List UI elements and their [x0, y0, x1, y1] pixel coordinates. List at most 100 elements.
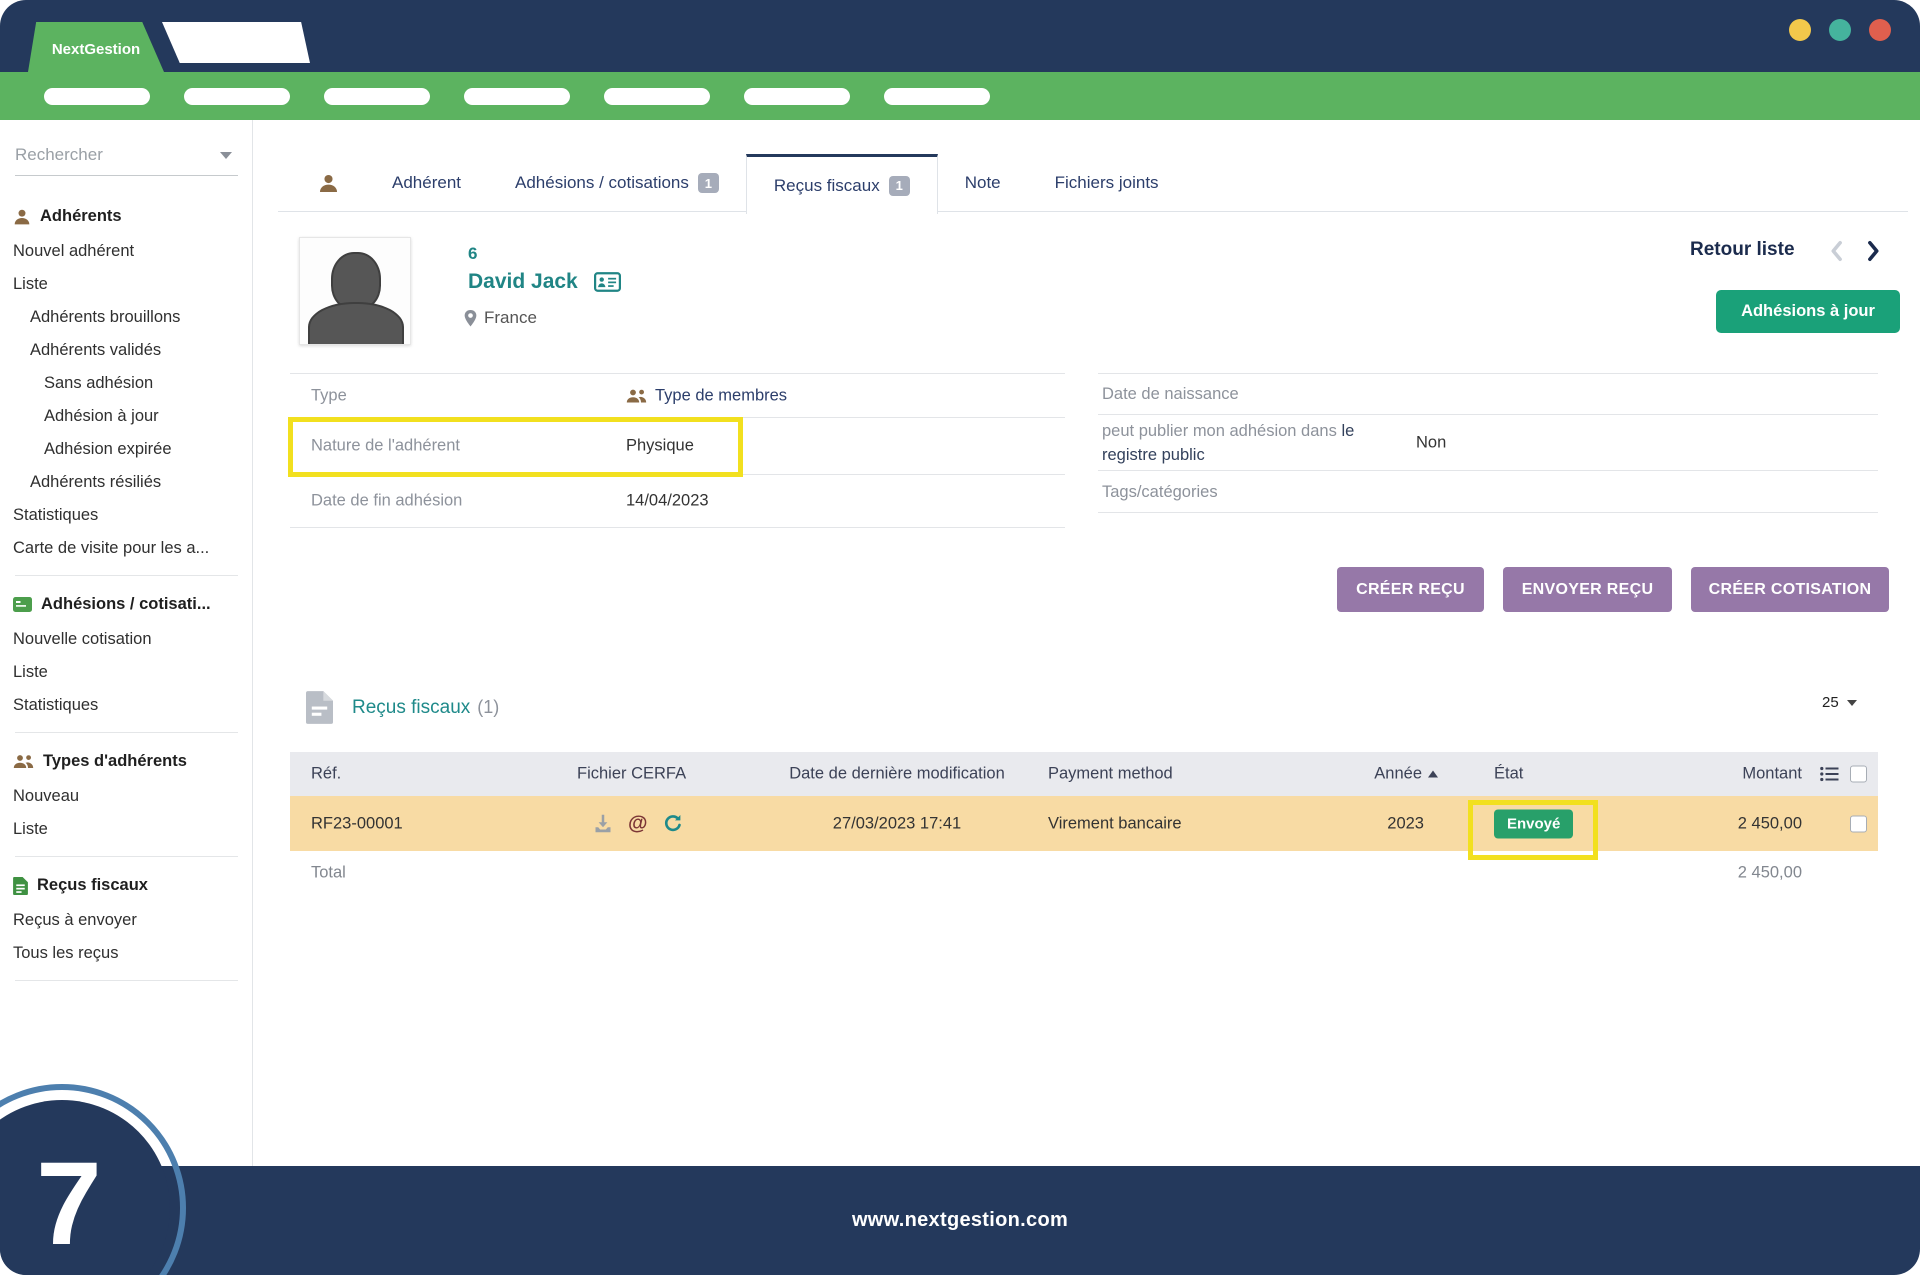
tab-adherent[interactable]: Adhérent: [365, 155, 488, 211]
sidebar-item-adherents-valides[interactable]: Adhérents validés: [13, 334, 240, 367]
sidebar-section-recus-fiscaux[interactable]: Reçus fiscaux: [13, 867, 240, 904]
sidebar-item-nouvel-adherent[interactable]: Nouvel adhérent: [13, 235, 240, 268]
detail-row-date-fin: Date de fin adhésion 14/04/2023: [290, 475, 1065, 528]
divider: [15, 575, 238, 576]
col-year[interactable]: Année: [1374, 765, 1438, 784]
brand-logo: NextGestion: [28, 22, 164, 72]
avatar: [299, 237, 411, 345]
member-name: David Jack: [468, 270, 621, 294]
tab-adhesions-cotisations[interactable]: Adhésions / cotisations 1: [488, 155, 746, 211]
detail-value-type[interactable]: Type de membres: [655, 386, 787, 405]
tab-fichiers-joints[interactable]: Fichiers joints: [1028, 155, 1186, 211]
footer: www.nextgestion.com: [0, 1166, 1920, 1275]
people-icon: [626, 388, 647, 403]
sidebar-item-tous-les-recus[interactable]: Tous les reçus: [13, 937, 240, 970]
col-amount[interactable]: Montant: [1742, 765, 1802, 784]
sidebar-item-recus-a-envoyer[interactable]: Reçus à envoyer: [13, 904, 240, 937]
footer-url: www.nextgestion.com: [852, 1209, 1068, 1232]
id-card-icon[interactable]: [594, 272, 621, 292]
creer-recu-button[interactable]: CRÉER REÇU: [1337, 567, 1484, 612]
sidebar-item-sans-adhesion[interactable]: Sans adhésion: [13, 367, 240, 400]
people-icon: [13, 754, 34, 769]
receipt-icon: [13, 877, 28, 895]
sidebar-item-adherents-resilies[interactable]: Adhérents résiliés: [13, 466, 240, 499]
list-view-icon[interactable]: [1820, 767, 1839, 782]
sidebar-item-nouvelle-cotisation[interactable]: Nouvelle cotisation: [13, 623, 240, 656]
download-icon[interactable]: [593, 814, 613, 834]
chevron-left-icon[interactable]: [1828, 240, 1844, 267]
detail-row-registre-public: peut publier mon adhésion dans le regist…: [1098, 415, 1878, 471]
chevron-down-icon: [220, 152, 232, 165]
page-number: 7: [36, 1136, 102, 1272]
sidebar-item-statistiques-adherents[interactable]: Statistiques: [13, 499, 240, 532]
sidebar-section-types-adherents[interactable]: Types d'adhérents: [13, 743, 240, 780]
email-at-icon[interactable]: @: [628, 812, 648, 835]
search-placeholder: Rechercher: [15, 145, 103, 164]
receipts-title: Reçus fiscaux: [352, 697, 470, 719]
sidebar-section-adhesions[interactable]: Adhésions / cotisati...: [13, 586, 240, 623]
member-id: 6: [468, 244, 477, 264]
receipts-table: Réf. Fichier CERFA Date de dernière modi…: [290, 752, 1878, 895]
table-header-row: Réf. Fichier CERFA Date de dernière modi…: [290, 752, 1878, 796]
envoyer-recu-button[interactable]: ENVOYER REÇU: [1503, 567, 1672, 612]
location-pin-icon: [464, 310, 477, 327]
sidebar-item-adhesion-expiree[interactable]: Adhésion expirée: [13, 433, 240, 466]
sidebar-item-liste-cotisations[interactable]: Liste: [13, 656, 240, 689]
chevron-down-icon: [1847, 700, 1857, 711]
receipts-section-header: Reçus fiscaux (1): [352, 697, 499, 719]
sidebar: Rechercher Adhérents Nouvel adhérent Lis…: [0, 120, 253, 1166]
nav-pill[interactable]: [464, 88, 570, 105]
col-cerfa[interactable]: Fichier CERFA: [577, 765, 686, 784]
sidebar-item-nouveau-type[interactable]: Nouveau: [13, 780, 240, 813]
total-label: Total: [311, 864, 346, 883]
status-badge: Envoyé: [1494, 809, 1573, 838]
member-location: France: [464, 308, 537, 328]
person-icon: [13, 208, 31, 226]
adhesions-a-jour-button[interactable]: Adhésions à jour: [1716, 290, 1900, 333]
window-minimize-dot[interactable]: [1789, 19, 1811, 41]
nav-pill[interactable]: [744, 88, 850, 105]
sidebar-section-adherents[interactable]: Adhérents: [13, 198, 240, 235]
chevron-right-icon[interactable]: [1866, 240, 1882, 267]
member-country: France: [484, 308, 537, 328]
page-size-select[interactable]: 25: [1822, 694, 1857, 711]
tab-note[interactable]: Note: [938, 155, 1028, 211]
search-input[interactable]: Rechercher: [15, 140, 238, 176]
refresh-icon[interactable]: [663, 814, 683, 834]
col-state[interactable]: État: [1494, 765, 1523, 784]
receipt-ref: RF23-00001: [311, 814, 403, 833]
sidebar-item-adherents-brouillons[interactable]: Adhérents brouillons: [13, 301, 240, 334]
sidebar-item-liste-types[interactable]: Liste: [13, 813, 240, 846]
sidebar-item-liste-adherents[interactable]: Liste: [13, 268, 240, 301]
tab-recus-fiscaux[interactable]: Reçus fiscaux 1: [746, 154, 938, 214]
brand-name: NextGestion: [52, 41, 140, 58]
sidebar-item-carte-de-visite[interactable]: Carte de visite pour les a...: [13, 532, 240, 565]
receipt-year: 2023: [1387, 814, 1424, 833]
sidebar-item-adhesion-a-jour[interactable]: Adhésion à jour: [13, 400, 240, 433]
nav-pill[interactable]: [324, 88, 430, 105]
nav-pill[interactable]: [184, 88, 290, 105]
record-tabs: Adhérent Adhésions / cotisations 1 Reçus…: [278, 155, 1908, 212]
nav-pill[interactable]: [884, 88, 990, 105]
detail-row-tags: Tags/catégories: [1098, 471, 1878, 513]
window-close-dot[interactable]: [1869, 19, 1891, 41]
detail-row-naissance: Date de naissance: [1098, 374, 1878, 415]
receipt-amount: 2 450,00: [1738, 814, 1802, 833]
col-payment[interactable]: Payment method: [1048, 765, 1173, 784]
nav-pill[interactable]: [44, 88, 150, 105]
creer-cotisation-button[interactable]: CRÉER COTISATION: [1691, 567, 1889, 612]
nav-pill[interactable]: [604, 88, 710, 105]
document-icon: [306, 691, 333, 724]
sort-ascending-icon: [1428, 771, 1438, 778]
main-nav-bar: [0, 72, 1920, 120]
col-ref[interactable]: Réf.: [311, 765, 341, 784]
col-modified[interactable]: Date de dernière modification: [777, 765, 1017, 784]
window-maximize-dot[interactable]: [1829, 19, 1851, 41]
back-to-list-link[interactable]: Retour liste: [1690, 239, 1795, 261]
table-row[interactable]: RF23-00001 @ 27/03/2023 17:41 Virement b…: [290, 796, 1878, 851]
detail-value-nature: Physique: [626, 437, 694, 456]
select-all-checkbox[interactable]: [1850, 766, 1867, 783]
member-icon: [318, 173, 339, 194]
sidebar-item-statistiques-cotisations[interactable]: Statistiques: [13, 689, 240, 722]
row-checkbox[interactable]: [1850, 815, 1867, 832]
